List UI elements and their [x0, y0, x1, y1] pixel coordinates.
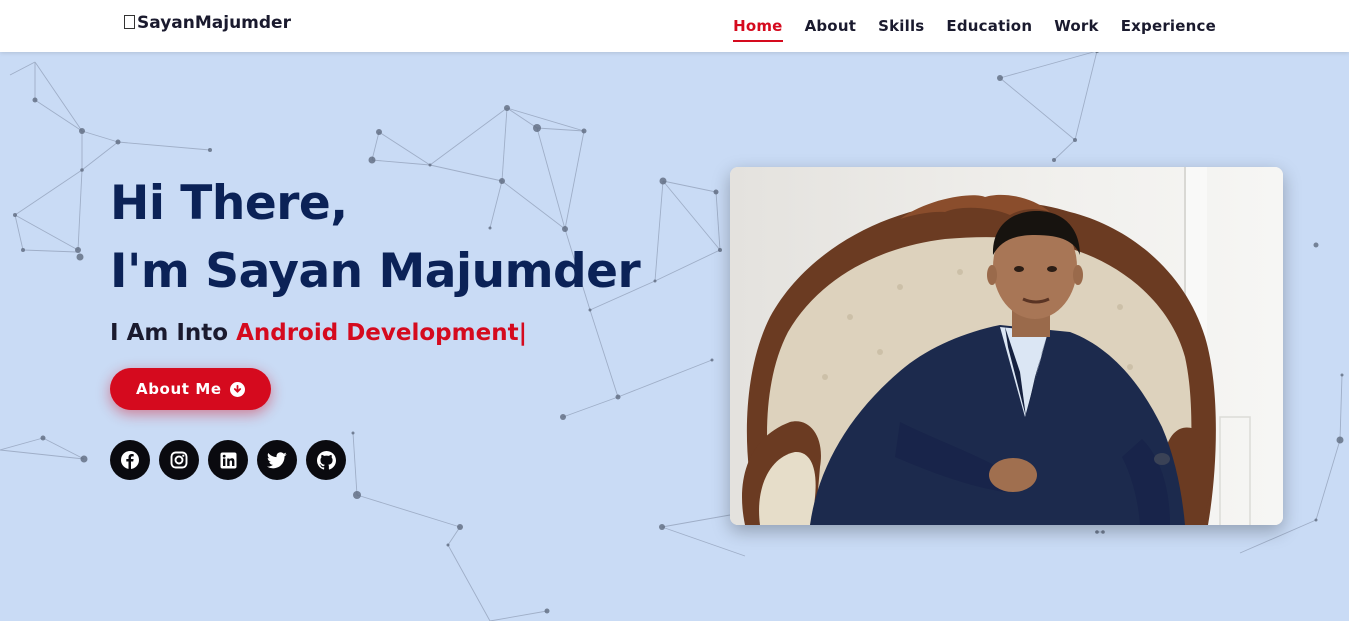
site-header: SayanMajumder Home About Skills Educatio…: [0, 0, 1349, 52]
linkedin-icon: [220, 452, 236, 468]
tagline-prefix: I Am Into: [110, 320, 237, 346]
nav-work[interactable]: Work: [1054, 11, 1099, 41]
arrow-circle-down-icon: [229, 381, 245, 397]
linkedin-link[interactable]: [208, 440, 248, 480]
hero-tagline: I Am Into Android Development|: [110, 320, 640, 346]
nav-skills[interactable]: Skills: [878, 11, 924, 41]
instagram-icon: [170, 451, 188, 469]
hero-name: I'm Sayan Majumder: [110, 244, 641, 299]
twitter-icon: [267, 451, 287, 468]
nav-experience[interactable]: Experience: [1121, 11, 1216, 41]
logo-text: SayanMajumder: [137, 13, 291, 33]
about-me-button[interactable]: About Me: [110, 368, 271, 410]
facebook-link[interactable]: [110, 440, 150, 480]
hero-greeting: Hi There,: [110, 176, 348, 231]
github-link[interactable]: [306, 440, 346, 480]
about-me-label: About Me: [136, 380, 222, 398]
nav-home[interactable]: Home: [733, 11, 784, 42]
nav-education[interactable]: Education: [946, 11, 1032, 41]
nav-about[interactable]: About: [805, 11, 857, 41]
profile-photo-illustration: [730, 167, 1283, 525]
main-nav: Home About Skills Education Work Experie…: [733, 0, 1216, 52]
github-icon: [316, 450, 336, 470]
tagline-typed-text: Android Development|: [236, 320, 527, 346]
hero-section: Hi There, I'm Sayan Majumder I Am Into A…: [110, 170, 641, 480]
profile-photo: [730, 167, 1283, 525]
logo-placeholder-icon: [124, 15, 135, 29]
twitter-link[interactable]: [257, 440, 297, 480]
social-links: [110, 440, 640, 480]
site-logo[interactable]: SayanMajumder: [124, 13, 291, 33]
instagram-link[interactable]: [159, 440, 199, 480]
facebook-icon: [121, 451, 139, 469]
